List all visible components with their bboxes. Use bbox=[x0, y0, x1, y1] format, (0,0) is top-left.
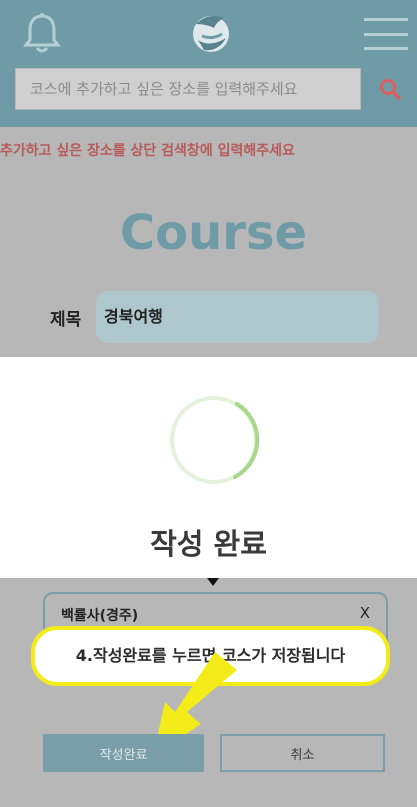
search-hint-text: 추가하고 싶은 장소를 상단 검색창에 입력해주세요 bbox=[0, 143, 295, 159]
complete-button[interactable]: 작성완료 bbox=[43, 734, 204, 772]
loading-spinner-icon bbox=[170, 396, 259, 484]
course-title-field[interactable]: 경북여행 bbox=[96, 291, 379, 343]
dolphin-logo-icon[interactable] bbox=[190, 10, 232, 54]
place-name: 백률사(경주) bbox=[61, 608, 139, 624]
title-label: 제목 bbox=[50, 310, 82, 330]
completion-modal: 작성 완료 bbox=[0, 357, 417, 578]
bell-icon[interactable] bbox=[22, 12, 62, 54]
hamburger-menu-icon[interactable] bbox=[364, 16, 408, 52]
page-title: Course bbox=[119, 205, 308, 261]
cancel-button[interactable]: 취소 bbox=[220, 734, 385, 772]
remove-place-button[interactable]: X bbox=[360, 604, 370, 622]
modal-message: 작성 완료 bbox=[150, 527, 267, 561]
search-icon[interactable] bbox=[378, 77, 402, 101]
app-header: 코스에 추가하고 싶은 장소를 입력해주세요 bbox=[0, 0, 417, 127]
search-input[interactable]: 코스에 추가하고 싶은 장소를 입력해주세요 bbox=[15, 68, 361, 110]
caret-down-icon bbox=[207, 578, 219, 586]
